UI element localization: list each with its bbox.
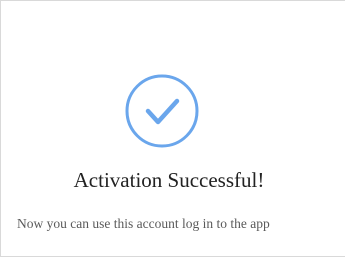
activation-title: Activation Successful! xyxy=(73,168,265,192)
activation-card: Activation Successful! Now you can use t… xyxy=(0,0,345,257)
activation-message: Now you can use this account log in to t… xyxy=(17,216,270,231)
check-circle-icon xyxy=(124,73,200,149)
